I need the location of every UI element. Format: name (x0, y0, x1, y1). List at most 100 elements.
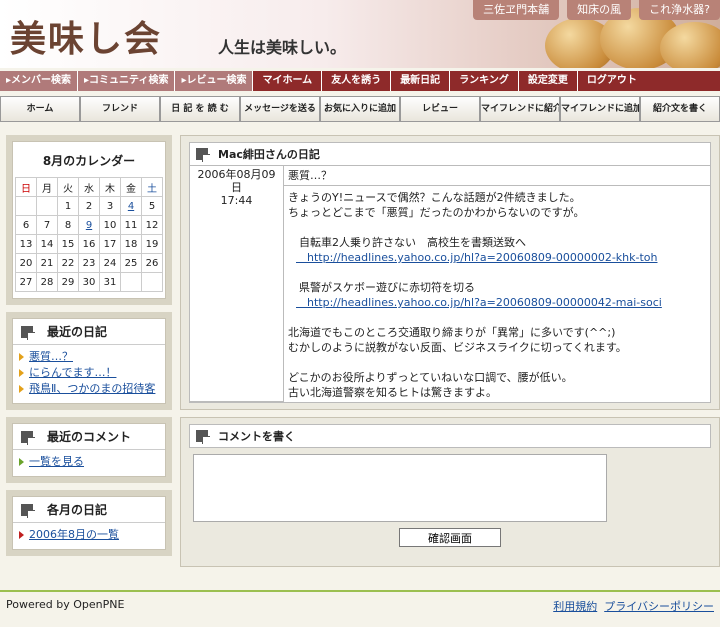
nav-community-search[interactable]: ▸コミュニティ検索 (78, 71, 176, 91)
calendar-weekday: 水 (78, 177, 100, 197)
calendar-day: 2 (78, 196, 100, 216)
privacy-link[interactable]: プライバシーポリシー (604, 600, 714, 613)
calendar-day: 7 (36, 215, 58, 235)
diary-line: 古い北海道警察を知るヒトは驚きますよ。 (288, 386, 497, 399)
diary-line (288, 355, 706, 370)
calendar-weekday: 土 (141, 177, 163, 197)
diary-main: 悪質…？ きょうのY!ニュースで偶然？こんな話題が2件続きました。 ちょっとどこま… (284, 166, 710, 402)
calendar-weekday: 日 (15, 177, 37, 197)
tab-review[interactable]: レビュー (400, 96, 480, 122)
list-item[interactable]: 飛鳥Ⅱ、つかのまの招待客 (19, 381, 159, 397)
calendar-day: 16 (78, 234, 100, 254)
view-all-comments-link[interactable]: 一覧を見る (29, 455, 84, 468)
site-logo[interactable]: 美味し会 (10, 10, 162, 62)
diary-line: ちょっとどこまで「悪質」だったのかわからないのですが。 (288, 206, 585, 219)
nav-latest-diary[interactable]: 最新日記 (391, 71, 451, 91)
ad-link[interactable]: 知床の風 (567, 0, 632, 20)
list-item[interactable]: にらんでます…！ (19, 365, 159, 381)
calendar-day: 22 (57, 253, 79, 273)
ad-link[interactable]: これ浄水器? (639, 0, 720, 20)
main-content: Mac緋田さんの日記 2006年08月09日 17:44 悪質…？ きょうのY!… (180, 135, 720, 567)
calendar-day: 24 (99, 253, 121, 273)
calendar-day (141, 272, 163, 292)
nav-review-search[interactable]: ▸レビュー検索 (175, 71, 254, 91)
monthly-diary-title: 各月の日記 (47, 503, 108, 517)
ad-link[interactable]: 三佐ヱ門本舗 (473, 0, 560, 20)
primary-nav: ▸メンバー検索 ▸コミュニティ検索 ▸レビュー検索 マイホーム 友人を誘う 最新… (0, 71, 720, 91)
diary-line (288, 265, 706, 280)
diary-line: どこかのお役所よりずっとていねいな口調で、腰が低い。 (288, 371, 573, 384)
diary-panel: Mac緋田さんの日記 2006年08月09日 17:44 悪質…？ きょうのY!… (180, 135, 720, 410)
section-icon (196, 148, 210, 162)
recent-comments-title: 最近のコメント (47, 430, 132, 444)
calendar-day: 17 (99, 234, 121, 254)
calendar-weekday: 火 (57, 177, 79, 197)
calendar-day-link[interactable]: 4 (128, 201, 134, 212)
diary-header: Mac緋田さんの日記 (218, 148, 320, 161)
diary-line (288, 310, 706, 325)
diary-date: 2006年08月09日 17:44 (190, 166, 284, 402)
calendar-day (120, 272, 142, 292)
diary-line: 北海道でもこのところ交通取り締まりが「異常」に多いです(^^;) (288, 326, 616, 339)
nav-ranking[interactable]: ランキング (450, 71, 519, 91)
calendar-day: 27 (15, 272, 37, 292)
tab-introduce-friend[interactable]: マイフレンドに紹介 (480, 96, 560, 122)
recent-diary-title: 最近の日記 (47, 325, 108, 339)
monthly-diary-box: 各月の日記 2006年8月の一覧 (6, 490, 172, 556)
calendar-day: 30 (78, 272, 100, 292)
news-link[interactable]: http://headlines.yahoo.co.jp/hl?a=200608… (288, 295, 706, 310)
diary-line: きょうのY!ニュースで偶然？こんな話題が2件続きました。 (288, 191, 581, 204)
nav-logout[interactable]: ログアウト (578, 71, 646, 91)
diary-body: きょうのY!ニュースで偶然？こんな話題が2件続きました。 ちょっとどこまで「悪質」… (288, 190, 706, 400)
diary-subject: 悪質…？ (284, 166, 710, 186)
calendar-day: 21 (36, 253, 58, 273)
calendar-day: 25 (120, 253, 142, 273)
recent-diary-link[interactable]: 飛鳥Ⅱ、つかのまの招待客 (29, 382, 155, 395)
comment-header: コメントを書く (218, 430, 295, 443)
tab-write-intro[interactable]: 紹介文を書く (640, 96, 720, 122)
nav-member-search[interactable]: ▸メンバー検索 (0, 71, 79, 91)
recent-diary-link[interactable]: にらんでます…！ (29, 366, 116, 379)
calendar-day: 19 (141, 234, 163, 254)
calendar-weekday: 金 (120, 177, 142, 197)
tab-add-favorite[interactable]: お気に入りに追加 (320, 96, 400, 122)
monthly-diary-link[interactable]: 2006年8月の一覧 (29, 528, 119, 541)
list-item[interactable]: 2006年8月の一覧 (19, 527, 159, 543)
section-icon (21, 325, 35, 340)
list-item[interactable]: 悪質…？ (19, 349, 159, 365)
calendar-day: 23 (78, 253, 100, 273)
nav-settings[interactable]: 設定変更 (519, 71, 578, 91)
comment-textarea[interactable] (193, 454, 607, 522)
confirm-button[interactable]: 確認画面 (399, 528, 501, 547)
list-item[interactable]: 一覧を見る (19, 454, 159, 470)
calendar-day: 10 (99, 215, 121, 235)
calendar-day: 26 (141, 253, 163, 273)
tab-add-friend[interactable]: マイフレンドに追加 (560, 96, 640, 122)
site-header: 美味し会 人生は美味しい。 三佐ヱ門本舗 知床の風 これ浄水器? (0, 0, 720, 68)
calendar-day: 31 (99, 272, 121, 292)
tab-friends[interactable]: フレンド (80, 96, 160, 122)
diary-line: 自転車2人乗り許さない 高校生を書類送致へ (288, 236, 526, 249)
news-link[interactable]: http://headlines.yahoo.co.jp/hl?a=200608… (288, 250, 706, 265)
tab-home[interactable]: ホーム (0, 96, 80, 122)
nav-invite[interactable]: 友人を誘う (322, 71, 392, 91)
section-icon (21, 503, 35, 518)
tab-send-message[interactable]: メッセージを送る (240, 96, 320, 122)
nav-myhome[interactable]: マイホーム (253, 71, 323, 91)
tab-read-diary[interactable]: 日 記 を 読 む (160, 96, 240, 122)
calendar-day: 14 (36, 234, 58, 254)
calendar-day: 9 (78, 215, 100, 235)
diary-line: むかしのように説教がない反面、ビジネスライクに切ってくれます。 (288, 341, 627, 354)
calendar-day: 3 (99, 196, 121, 216)
bread-image (660, 22, 720, 68)
section-icon (196, 430, 210, 444)
calendar-day: 28 (36, 272, 58, 292)
diary-line: 県警がスケボー遊びに赤切符を切る (288, 281, 475, 294)
recent-diary-link[interactable]: 悪質…？ (29, 350, 73, 363)
diary-subject-row: 2006年08月09日 17:44 悪質…？ きょうのY!ニュースで偶然？こんな… (189, 166, 711, 403)
calendar-day: 20 (15, 253, 37, 273)
diary-time-text: 17:44 (220, 194, 253, 207)
terms-link[interactable]: 利用規約 (553, 600, 597, 613)
calendar-day-link[interactable]: 9 (86, 220, 92, 231)
calendar-title: 8月のカレンダー (42, 154, 136, 168)
